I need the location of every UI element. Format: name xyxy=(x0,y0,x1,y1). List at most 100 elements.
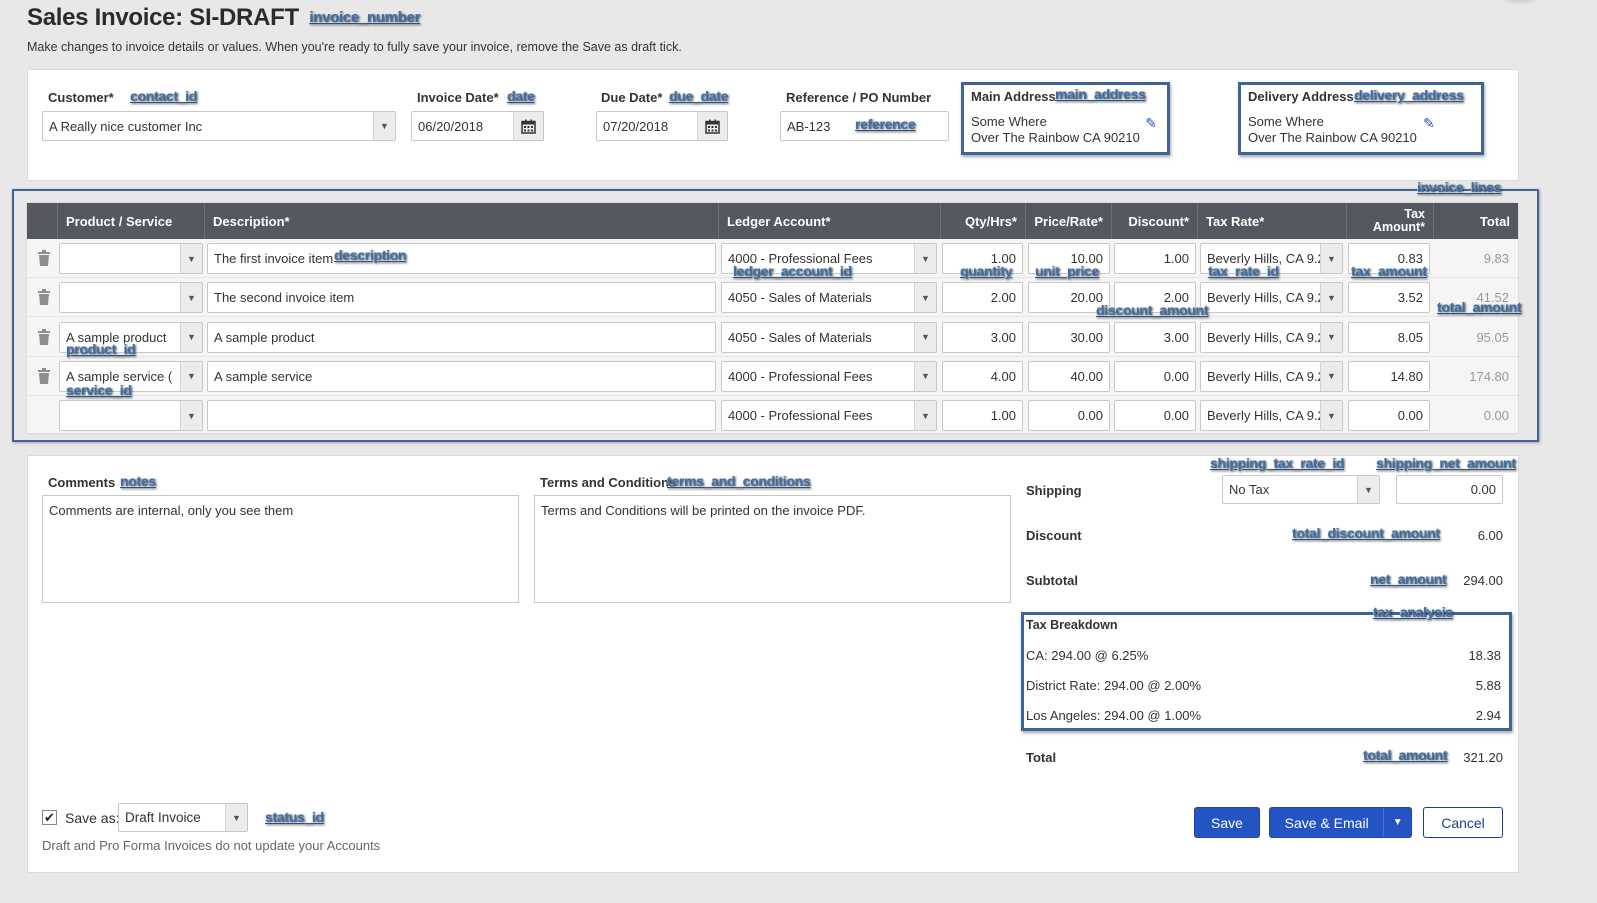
chevron-down-icon[interactable]: ▼ xyxy=(1383,808,1411,837)
customer-select[interactable]: A Really nice customer Inc ▼ xyxy=(42,111,396,141)
chevron-down-icon[interactable]: ▼ xyxy=(914,361,936,391)
th-product: Product / Service xyxy=(58,203,205,239)
discount-input[interactable]: 0.00 xyxy=(1114,400,1196,432)
annotation-unit-price: unit_price xyxy=(1035,263,1099,279)
th-tax-rate: Tax Rate* xyxy=(1198,203,1347,239)
due-date-input[interactable]: 07/20/2018 xyxy=(596,111,728,141)
description-value: A sample service xyxy=(214,368,313,384)
chevron-down-icon[interactable]: ▼ xyxy=(914,244,936,273)
qty-input[interactable]: 4.00 xyxy=(942,360,1023,392)
tax-amount-input[interactable]: 0.00 xyxy=(1348,400,1430,432)
shipping-tax-select[interactable]: No Tax ▼ xyxy=(1222,475,1380,504)
price-input[interactable]: 30.00 xyxy=(1028,321,1110,353)
tax-amount-input[interactable]: 3.52 xyxy=(1348,282,1430,314)
discount-value: 6.00 xyxy=(1477,528,1503,543)
price-input[interactable]: 0.00 xyxy=(1028,400,1110,432)
pencil-icon[interactable]: ✎ xyxy=(1423,115,1435,132)
tax-row-value: 2.94 xyxy=(1475,708,1501,723)
qty-input[interactable]: 1.00 xyxy=(942,400,1023,432)
tax-rate-select[interactable]: Beverly Hills, CA 9.2 ▼ xyxy=(1200,360,1343,392)
chevron-down-icon[interactable]: ▼ xyxy=(914,322,936,352)
tax-amount-input[interactable]: 14.80 xyxy=(1348,360,1430,392)
trash-icon[interactable] xyxy=(38,250,50,266)
annotation-service-id: service_id xyxy=(66,382,132,398)
chevron-down-icon[interactable]: ▼ xyxy=(180,401,202,431)
chevron-down-icon[interactable]: ▼ xyxy=(225,804,247,831)
annotation-description: description xyxy=(334,247,407,263)
subtotal-label: Subtotal xyxy=(1026,573,1078,588)
tax-rate-select[interactable]: Beverly Hills, CA 9.2 ▼ xyxy=(1200,400,1343,432)
product-select[interactable]: ▼ xyxy=(59,282,203,314)
avatar-shadow xyxy=(1500,0,1540,4)
product-select[interactable]: ▼ xyxy=(59,400,203,432)
chevron-down-icon[interactable]: ▼ xyxy=(180,361,202,391)
discount-input[interactable]: 1.00 xyxy=(1114,243,1196,274)
delivery-address-line1: Some Where xyxy=(1248,114,1324,129)
annotation-reference: reference xyxy=(855,116,916,132)
tax-row: Los Angeles: 294.00 @ 1.00% 2.94 xyxy=(1026,708,1501,723)
tax-amount-value: 0.00 xyxy=(1397,408,1423,424)
chevron-down-icon[interactable]: ▼ xyxy=(373,112,395,140)
price-input[interactable]: 40.00 xyxy=(1028,360,1110,392)
chevron-down-icon[interactable]: ▼ xyxy=(180,322,202,352)
qty-input[interactable]: 3.00 xyxy=(942,321,1023,353)
annotation-contact-id: contact_id xyxy=(130,88,198,104)
description-input[interactable]: The first invoice item xyxy=(207,243,716,274)
annotation-tax-amount: tax_amount xyxy=(1351,263,1427,279)
ledger-select[interactable]: 4050 - Sales of Materials ▼ xyxy=(721,282,937,314)
tax-breakdown-box: Tax Breakdown CA: 294.00 @ 6.25% 18.38 D… xyxy=(1021,612,1512,731)
chevron-down-icon[interactable]: ▼ xyxy=(914,401,936,431)
ledger-value: 4000 - Professional Fees xyxy=(728,408,873,424)
ledger-select[interactable]: 4050 - Sales of Materials ▼ xyxy=(721,321,937,353)
qty-input[interactable]: 2.00 xyxy=(942,282,1023,314)
chevron-down-icon[interactable]: ▼ xyxy=(1320,244,1342,273)
table-row: A sample product ▼ A sample product 4050 - … xyxy=(27,318,1518,357)
delivery-address-line2: Over The Rainbow CA 90210 xyxy=(1248,130,1417,145)
tax-amount-input[interactable]: 8.05 xyxy=(1348,321,1430,353)
chevron-down-icon[interactable]: ▼ xyxy=(914,283,936,313)
chevron-down-icon[interactable]: ▼ xyxy=(1320,361,1342,391)
status-select[interactable]: Draft Invoice ▼ xyxy=(118,803,248,832)
tax-row-value: 5.88 xyxy=(1475,678,1501,693)
tax-row: CA: 294.00 @ 6.25% 18.38 xyxy=(1026,648,1501,663)
qty-value: 1.00 xyxy=(990,408,1016,424)
annotation-delivery-address: delivery_address xyxy=(1354,87,1464,103)
shipping-amount-value: 0.00 xyxy=(1470,482,1496,497)
ledger-select[interactable]: 4000 - Professional Fees ▼ xyxy=(721,400,937,432)
description-input[interactable]: A sample product xyxy=(207,321,716,353)
product-select[interactable]: ▼ xyxy=(59,243,203,274)
description-input[interactable]: The second invoice item xyxy=(207,282,716,314)
chevron-down-icon[interactable]: ▼ xyxy=(1320,283,1342,313)
chevron-down-icon[interactable]: ▼ xyxy=(1320,322,1342,352)
save-button[interactable]: Save xyxy=(1194,807,1260,838)
pencil-icon[interactable]: ✎ xyxy=(1145,115,1157,132)
trash-icon[interactable] xyxy=(38,289,50,306)
description-input[interactable] xyxy=(207,400,716,432)
chevron-down-icon[interactable]: ▼ xyxy=(180,244,202,273)
chevron-down-icon[interactable]: ▼ xyxy=(180,283,202,313)
description-value: A sample product xyxy=(214,329,315,345)
chevron-down-icon[interactable]: ▼ xyxy=(1357,476,1379,503)
annotation-main-address: main_address xyxy=(1055,86,1146,102)
save-email-button[interactable]: Save & Email xyxy=(1270,815,1383,831)
cancel-button[interactable]: Cancel xyxy=(1423,807,1503,838)
tax-rate-select[interactable]: Beverly Hills, CA 9.2 ▼ xyxy=(1200,282,1343,314)
discount-input[interactable]: 0.00 xyxy=(1114,360,1196,392)
description-input[interactable]: A sample service xyxy=(207,360,716,392)
invoice-date-input[interactable]: 06/20/2018 xyxy=(411,111,544,141)
trash-icon[interactable] xyxy=(38,328,50,345)
invoice-date-value: 06/20/2018 xyxy=(418,118,484,134)
save-as-checkbox[interactable]: ✔ xyxy=(42,810,57,825)
ledger-select[interactable]: 4000 - Professional Fees ▼ xyxy=(721,360,937,392)
annotation-net-amount: net_amount xyxy=(1370,571,1447,587)
shipping-amount-input[interactable]: 0.00 xyxy=(1396,475,1503,504)
chevron-down-icon[interactable]: ▼ xyxy=(1320,401,1342,431)
calendar-icon[interactable] xyxy=(697,112,727,140)
calendar-icon[interactable] xyxy=(513,112,543,140)
tax-rate-value: Beverly Hills, CA 9.2 xyxy=(1207,290,1325,306)
trash-icon[interactable] xyxy=(38,367,50,384)
discount-input[interactable]: 3.00 xyxy=(1114,321,1196,353)
tax-rate-select[interactable]: Beverly Hills, CA 9.2 ▼ xyxy=(1200,321,1343,353)
terms-textarea[interactable]: Terms and Conditions will be printed on … xyxy=(534,495,1011,603)
comments-textarea[interactable]: Comments are internal, only you see them xyxy=(42,495,519,603)
